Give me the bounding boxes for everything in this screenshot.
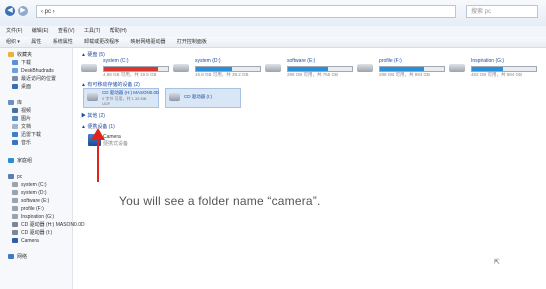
menu-view[interactable]: 查看(V) <box>58 28 75 34</box>
drive-icon <box>12 198 18 204</box>
drive-tile-e[interactable]: software (E:) 286 GB 可用，共 765 GB <box>265 56 355 84</box>
map-drive-button[interactable]: 映射网络驱动器 <box>131 39 166 45</box>
sidebar-item-thunder-downloads[interactable]: 迅雷下载 <box>12 132 41 139</box>
download-icon <box>12 60 18 66</box>
removable-tile-h[interactable]: CD 驱动器 (H:) MASON0.0D 0 字节 可用，共 1.33 MB … <box>83 88 159 108</box>
organize-button[interactable]: 组织 ▾ <box>6 39 20 45</box>
drive-tile-d[interactable]: system (D:) 16.8 GB 可用，共 39.2 GB <box>173 56 263 84</box>
menu-file[interactable]: 文件(F) <box>6 28 22 34</box>
sidebar-item-deskbhudrads[interactable]: DeskBhudrads <box>12 68 54 75</box>
cd-drive-icon <box>169 93 180 101</box>
sidebar-item-documents[interactable]: 文档 <box>12 124 31 131</box>
sidebar-item-homegroup[interactable]: 家庭组 <box>8 158 32 165</box>
annotation-arrow <box>91 128 105 182</box>
removable-tile-i[interactable]: CD 驱动器 (I:) <box>165 88 241 108</box>
command-toolbar: 组织 ▾ 属性 系统属性 卸载或更改程序 映射网络驱动器 打开控制面板 <box>0 37 546 48</box>
cd-drive-icon <box>12 230 18 236</box>
cd-drive-icon <box>12 222 18 228</box>
drive-icon <box>449 64 465 72</box>
folder-icon <box>12 132 18 138</box>
search-input[interactable]: 搜索 pc <box>466 5 538 18</box>
drive-icon <box>12 182 18 188</box>
sidebar-item-music[interactable]: 音乐 <box>12 140 31 147</box>
content-pane: ▲ 硬盘 (5) system (C:) 4.68 GB 可用，共 19.5 G… <box>73 48 546 289</box>
camera-icon <box>12 238 18 244</box>
drive-tile-c[interactable]: system (C:) 4.68 GB 可用，共 19.5 GB <box>81 56 171 84</box>
menu-bar: 文件(F) 编辑(E) 查看(V) 工具(T) 帮助(H) <box>0 26 546 37</box>
system-properties-button[interactable]: 系统属性 <box>53 39 73 45</box>
sidebar-item-drive-f[interactable]: profile (F:) <box>12 206 44 213</box>
drive-icon <box>265 64 281 72</box>
address-bar[interactable]: ‹ pc › <box>36 5 456 18</box>
sidebar-item-computer[interactable]: pc <box>8 174 22 181</box>
document-icon <box>12 124 18 130</box>
computer-icon <box>8 174 14 180</box>
section-removable[interactable]: ▲ 有可移动存储的设备 (2) <box>81 81 140 88</box>
drive-icon <box>12 206 18 212</box>
sidebar-item-drive-d[interactable]: system (D:) <box>12 190 47 197</box>
sidebar-item-desktop[interactable]: 桌面 <box>12 84 31 91</box>
tutorial-caption: You will see a folder name “camera”. <box>119 194 321 208</box>
title-bar: ◀ ▶ ‹ pc › 搜索 pc <box>0 0 546 27</box>
homegroup-icon <box>8 158 14 164</box>
recent-icon <box>12 76 18 82</box>
sidebar-item-camera[interactable]: Camera <box>12 238 39 245</box>
cd-drive-icon <box>87 93 98 101</box>
control-panel-button[interactable]: 打开控制面板 <box>177 39 207 45</box>
menu-help[interactable]: 帮助(H) <box>110 28 127 34</box>
drive-icon <box>12 190 18 196</box>
sidebar-item-network[interactable]: 网络 <box>8 254 27 261</box>
drive-icon <box>81 64 97 72</box>
sidebar-item-drive-e[interactable]: software (E:) <box>12 198 49 205</box>
drive-tile-g[interactable]: Inspiration (G:) 462 GB 可用，共 894 GB <box>449 56 539 84</box>
music-icon <box>12 140 18 146</box>
sidebar-item-pictures[interactable]: 图片 <box>12 116 31 123</box>
desktop-icon <box>12 84 18 90</box>
network-icon <box>8 254 14 260</box>
forward-icon[interactable]: ▶ <box>18 6 28 16</box>
star-icon <box>8 52 14 58</box>
sidebar-item-libraries[interactable]: 库 <box>8 100 22 107</box>
sidebar-item-drive-g[interactable]: Inspiration (G:) <box>12 214 54 221</box>
back-icon[interactable]: ◀ <box>5 6 15 16</box>
video-icon <box>12 108 18 114</box>
sidebar-item-recent[interactable]: 最近访问的位置 <box>12 76 56 83</box>
folder-icon <box>12 68 18 74</box>
drive-tile-f[interactable]: profile (F:) 288 GB 可用，共 894 GB <box>357 56 447 84</box>
properties-button[interactable]: 属性 <box>31 39 41 45</box>
navigation-pane: 收藏夹 下载 DeskBhudrads 最近访问的位置 桌面 库 视频 图片 文… <box>0 48 85 289</box>
mouse-cursor-icon: ⇱ <box>494 259 500 266</box>
drive-icon <box>12 214 18 220</box>
sidebar-item-favorites[interactable]: 收藏夹 <box>8 52 32 59</box>
sidebar-item-downloads[interactable]: 下载 <box>12 60 31 67</box>
section-other[interactable]: ▶ 其他 (2) <box>81 112 105 119</box>
sidebar-item-drive-i[interactable]: CD 驱动器 (I:) <box>12 230 52 237</box>
drive-icon <box>173 64 189 72</box>
uninstall-button[interactable]: 卸载或更改程序 <box>84 39 119 45</box>
menu-edit[interactable]: 编辑(E) <box>32 28 49 34</box>
drive-icon <box>357 64 373 72</box>
menu-tools[interactable]: 工具(T) <box>84 28 100 34</box>
library-icon <box>8 100 14 106</box>
sidebar-item-drive-c[interactable]: system (C:) <box>12 182 47 189</box>
sidebar-item-videos[interactable]: 视频 <box>12 108 31 115</box>
picture-icon <box>12 116 18 122</box>
